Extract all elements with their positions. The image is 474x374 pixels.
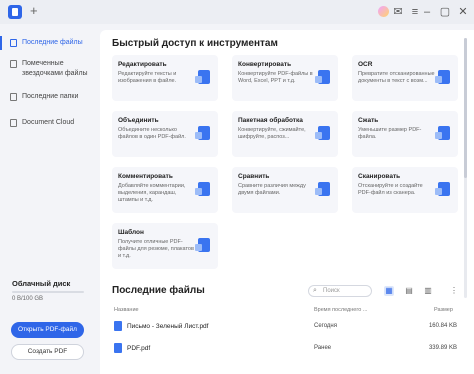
trash-icon[interactable]: ▥ xyxy=(423,286,433,296)
grid-view-icon[interactable]: ▦ xyxy=(384,286,394,296)
tool-card-compress[interactable]: Сжать Уменьшите размер PDF-файла. xyxy=(352,111,458,157)
folder-icon xyxy=(10,93,17,101)
sidebar-item-recent-folders[interactable]: Последние папки xyxy=(0,92,96,102)
sidebar-item-starred[interactable]: Помеченные звездочками файлы xyxy=(0,59,96,79)
scrollbar-thumb[interactable] xyxy=(464,38,467,178)
column-header-size[interactable]: Размер xyxy=(434,307,453,313)
avatar[interactable] xyxy=(378,6,389,17)
close-icon[interactable]: ✕ xyxy=(456,5,470,19)
card-title: Пакетная обработка xyxy=(238,117,303,124)
cloud-disk-progress xyxy=(12,291,84,293)
file-size: 339.89 KB xyxy=(428,345,457,351)
new-tab-button[interactable]: + xyxy=(30,3,38,18)
edit-icon xyxy=(195,70,210,84)
card-description: Конвертируйте, сжимайте, шифруйте, распо… xyxy=(238,127,306,140)
card-description: Конвертируйте PDF-файлы в Word, Excel, P… xyxy=(238,71,313,84)
tool-card-edit[interactable]: Редактировать Редактируйте тексты и изоб… xyxy=(112,55,218,101)
sidebar-item-label: Последние папки xyxy=(22,93,79,100)
create-pdf-button[interactable]: Создать PDF xyxy=(11,344,84,360)
template-icon xyxy=(195,238,210,252)
star-icon xyxy=(10,60,17,68)
card-description: Добавляйте комментарии, выделения, каран… xyxy=(118,183,186,203)
search-input[interactable]: ⌕ Поиск xyxy=(308,285,372,297)
card-title: Сжать xyxy=(358,117,379,124)
pdf-file-icon xyxy=(114,321,122,331)
tool-card-batch[interactable]: Пакетная обработка Конвертируйте, сжимай… xyxy=(232,111,338,157)
tool-card-convert[interactable]: Конвертировать Конвертируйте PDF-файлы в… xyxy=(232,55,338,101)
file-time: Сегодня xyxy=(314,323,337,329)
ocr-icon xyxy=(435,70,450,84)
sidebar-item-label: Помеченные звездочками файлы xyxy=(22,60,88,77)
sidebar-item-recent-files[interactable]: Последние файлы xyxy=(0,38,96,48)
convert-icon xyxy=(315,70,330,84)
maximize-icon[interactable]: ▢ xyxy=(438,5,452,19)
compress-icon xyxy=(435,126,450,140)
search-placeholder: Поиск xyxy=(323,288,340,294)
card-title: Объединить xyxy=(118,117,159,124)
card-description: Отсканируйте и создайте PDF-файл из скан… xyxy=(358,183,423,196)
gift-icon[interactable]: ✉ xyxy=(391,5,405,19)
more-icon[interactable]: ⋮ xyxy=(449,286,459,296)
card-title: OCR xyxy=(358,61,373,68)
cloud-disk-title: Облачный диск xyxy=(12,279,71,288)
tool-card-merge[interactable]: Объединить Объедините несколько файлов в… xyxy=(112,111,218,157)
minimize-icon[interactable]: – xyxy=(420,5,434,19)
card-title: Сравнить xyxy=(238,173,270,180)
card-description: Уменьшите размер PDF-файла. xyxy=(358,127,422,140)
tool-card-comment[interactable]: Комментировать Добавляйте комментарии, в… xyxy=(112,167,218,213)
app-logo-icon xyxy=(8,5,22,19)
recent-files-title: Последние файлы xyxy=(112,285,205,296)
card-description: Объедините несколько файлов в один PDF-ф… xyxy=(118,127,186,140)
card-title: Редактировать xyxy=(118,61,167,68)
sidebar-item-document-cloud[interactable]: Document Cloud xyxy=(0,118,96,128)
card-description: Редактируйте тексты и изображения в файл… xyxy=(118,71,177,84)
file-size: 160.84 KB xyxy=(428,323,457,329)
comment-icon xyxy=(195,182,210,196)
search-icon: ⌕ xyxy=(313,287,317,294)
pdf-file-icon xyxy=(114,343,122,353)
card-description: Сравните различия между двумя файлами. xyxy=(238,183,306,196)
title-bar: + ✉ ≡ – ▢ ✕ xyxy=(0,0,474,24)
file-name: PDF.pdf xyxy=(127,345,151,352)
tool-card-compare[interactable]: Сравнить Сравните различия между двумя ф… xyxy=(232,167,338,213)
scanner-icon xyxy=(435,182,450,196)
card-description: Превратите отсканированные документы в т… xyxy=(358,71,435,84)
card-title: Сканировать xyxy=(358,173,401,180)
column-header-name[interactable]: Название xyxy=(114,307,139,313)
tool-card-scan[interactable]: Сканировать Отсканируйте и создайте PDF-… xyxy=(352,167,458,213)
file-time: Ранее xyxy=(314,345,332,351)
cloud-icon xyxy=(10,119,17,127)
card-title: Конвертировать xyxy=(238,61,292,68)
batch-icon xyxy=(315,126,330,140)
card-description: Получите отличные PDF-файлы для резюме, … xyxy=(118,239,194,259)
sidebar-item-label: Document Cloud xyxy=(22,119,75,126)
merge-icon xyxy=(195,126,210,140)
open-pdf-button[interactable]: Открыть PDF-файл xyxy=(11,322,84,338)
list-view-icon[interactable]: ▤ xyxy=(404,286,414,296)
tool-card-ocr[interactable]: OCR Превратите отсканированные документы… xyxy=(352,55,458,101)
sidebar-item-label: Последние файлы xyxy=(22,39,83,46)
tool-card-template[interactable]: Шаблон Получите отличные PDF-файлы для р… xyxy=(112,223,218,269)
cloud-disk-usage: 0 B/100 GB xyxy=(12,296,44,302)
column-header-time[interactable]: Время последнего ... xyxy=(314,307,367,313)
quick-tools-title: Быстрый доступ к инструментам xyxy=(112,38,278,49)
card-title: Комментировать xyxy=(118,173,173,180)
compare-icon xyxy=(315,182,330,196)
card-title: Шаблон xyxy=(118,229,144,236)
file-name: Письмо - Зеленый Лист.pdf xyxy=(127,323,209,330)
clock-icon xyxy=(10,39,17,47)
